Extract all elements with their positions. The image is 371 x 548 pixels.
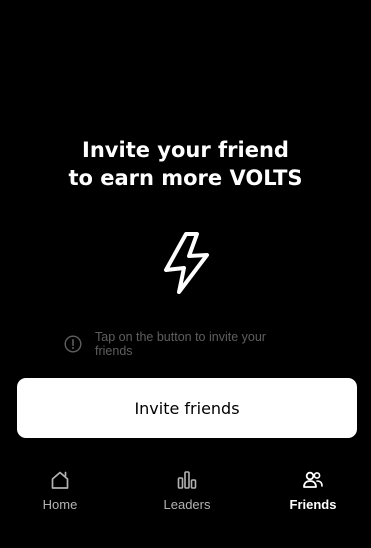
- title-line-1: Invite your friend: [82, 138, 289, 162]
- tab-leaders-label: Leaders: [163, 497, 211, 512]
- tab-home-label: Home: [42, 497, 78, 512]
- hint-text: Tap on the button to invite your friends: [95, 330, 266, 358]
- title-line-2: to earn more VOLTS: [68, 166, 303, 190]
- tab-friends-label: Friends: [289, 497, 337, 512]
- info-icon: [64, 335, 82, 353]
- page-title: Invite your friend to earn more VOLTS: [0, 136, 371, 192]
- invite-friends-button[interactable]: Invite friends: [17, 378, 357, 438]
- friends-icon: [303, 471, 323, 488]
- tab-home[interactable]: Home: [0, 460, 122, 530]
- lightning-bolt-icon: [164, 232, 209, 294]
- bar-chart-icon: [177, 471, 197, 489]
- bottom-tab-bar: Home Leaders Friends: [0, 460, 371, 548]
- tab-friends[interactable]: Friends: [251, 460, 371, 530]
- invite-hint: Tap on the button to invite your friends: [62, 330, 302, 360]
- tab-leaders[interactable]: Leaders: [125, 460, 249, 530]
- home-icon: [51, 471, 69, 489]
